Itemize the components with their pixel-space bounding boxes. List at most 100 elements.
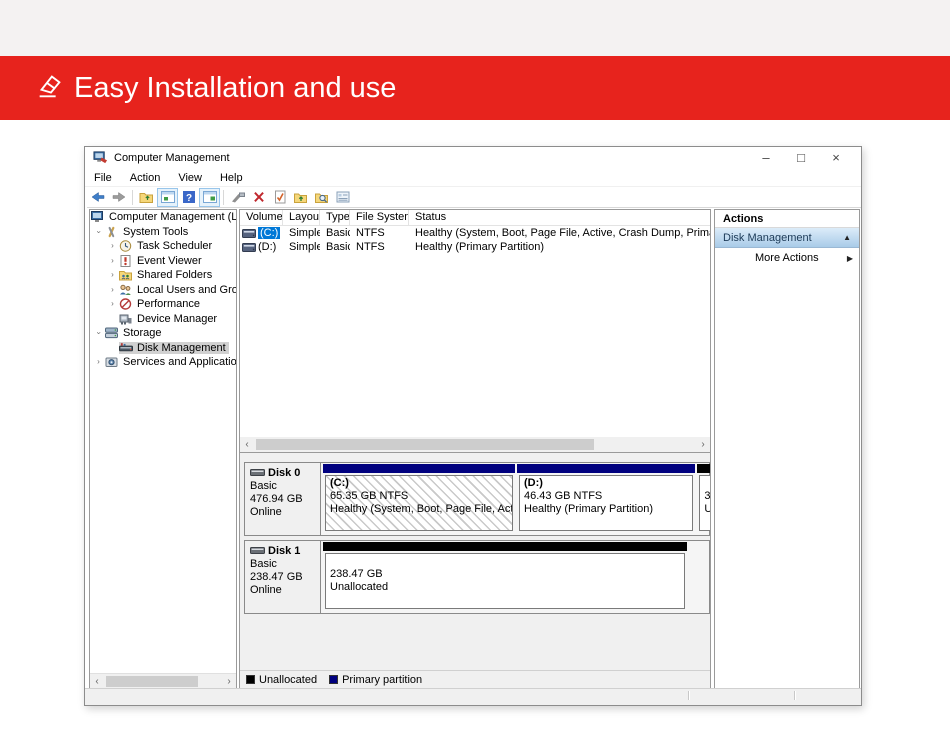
tree-chevron-icon[interactable]: › [92, 355, 105, 369]
scroll-left-icon[interactable]: ‹ [240, 437, 254, 452]
volume-list-header[interactable]: VolumeLayoutTypeFile SystemStatus [240, 210, 710, 226]
tree-item-local-users-and-groups[interactable]: ›Local Users and Groups [90, 283, 236, 298]
forward-icon[interactable] [108, 188, 129, 207]
column-header-type[interactable]: Type [320, 210, 350, 225]
close-button[interactable]: × [821, 147, 851, 169]
tree-item-content: Storage [105, 327, 162, 339]
tree-item-label: Shared Folders [136, 269, 212, 281]
tree-chevron-icon[interactable]: › [92, 327, 106, 340]
disk-label[interactable]: Disk 0Basic476.94 GBOnline [245, 463, 321, 535]
disk-kind: Basic [250, 558, 320, 571]
layout-cell: Simple [283, 227, 320, 239]
unallocated-region[interactable]: 238.47 GBUnallocated [322, 542, 688, 612]
scroll-left-icon[interactable]: ‹ [90, 674, 104, 689]
partition-spacer [330, 555, 680, 568]
disk-label[interactable]: Disk 1Basic238.47 GBOnline [245, 541, 321, 613]
collapse-icon[interactable]: ▲ [843, 233, 851, 242]
column-header-layout[interactable]: Layout [283, 210, 320, 225]
scroll-right-icon[interactable]: › [222, 674, 236, 689]
partition-region[interactable]: (C:)65.35 GB NTFSHealthy (System, Boot, … [322, 464, 516, 534]
status-cell: Healthy (Primary Partition) [409, 241, 710, 253]
console-tree-icon[interactable] [157, 188, 178, 207]
partition-region[interactable]: (D:)46.43 GB NTFSHealthy (Primary Partit… [516, 464, 696, 534]
tree-item-task-scheduler[interactable]: ›Task Scheduler [90, 239, 236, 254]
partition-status: Healthy (System, Boot, Page File, Active… [330, 503, 508, 516]
submenu-arrow-icon: ▶ [847, 254, 853, 263]
tree-item-storage[interactable]: ›Storage [90, 326, 236, 341]
menu-help[interactable]: Help [211, 172, 252, 184]
tree-item-shared-folders[interactable]: › Shared Folders [90, 268, 236, 283]
menu-view[interactable]: View [169, 172, 211, 184]
legend-label: Primary partition [342, 674, 422, 686]
tree-chevron-icon[interactable]: › [106, 283, 119, 297]
search-icon[interactable] [311, 188, 332, 207]
services-icon [105, 356, 119, 368]
volume-row[interactable]: (C:)SimpleBasicNTFSHealthy (System, Boot… [240, 226, 710, 240]
volume-list-horizontal-scrollbar[interactable]: ‹ › [240, 437, 710, 452]
tree-selected-highlight: Disk Management [119, 342, 229, 354]
tree-horizontal-scrollbar[interactable]: ‹ › [90, 673, 236, 688]
minimize-button[interactable]: – [751, 147, 781, 169]
volume-row[interactable]: (D:)SimpleBasicNTFSHealthy (Primary Part… [240, 240, 710, 254]
tree-item-event-viewer[interactable]: ›Event Viewer [90, 254, 236, 269]
help-icon[interactable]: ? [178, 188, 199, 207]
window-resize-edge[interactable] [85, 701, 861, 705]
menu-file[interactable]: File [85, 172, 121, 184]
disk-name-text: Disk 0 [268, 467, 300, 480]
partition-size: 238.47 GB [330, 568, 680, 581]
disk-drive-icon [250, 467, 265, 480]
partition-label: (D:) [524, 477, 688, 490]
more-actions-item[interactable]: More Actions ▶ [715, 248, 859, 268]
action-pane-icon[interactable] [199, 188, 220, 207]
scroll-right-icon[interactable]: › [696, 437, 710, 452]
back-icon[interactable] [87, 188, 108, 207]
up-level-icon[interactable] [136, 188, 157, 207]
toolbar: ? [87, 187, 861, 208]
tree-item-services-and-applications[interactable]: ›Services and Applications [90, 355, 236, 370]
column-header-volume[interactable]: Volume [240, 210, 283, 225]
unallocated-region[interactable]: 365.15 GBUnallocated [696, 464, 711, 534]
storage-icon [105, 327, 119, 339]
delete-icon[interactable] [248, 188, 269, 207]
maximize-button[interactable]: □ [786, 147, 816, 169]
tree-item-system-tools[interactable]: ›System Tools [90, 225, 236, 240]
scrollbar-thumb[interactable] [256, 439, 594, 450]
tree-item-content: Event Viewer [119, 255, 202, 267]
pointer-icon[interactable] [227, 188, 248, 207]
tree-chevron-icon[interactable]: › [106, 254, 119, 268]
banner: Easy Installation and use [0, 56, 950, 120]
volume-list: VolumeLayoutTypeFile SystemStatus (C:)Si… [240, 210, 710, 453]
partition-box[interactable]: (D:)46.43 GB NTFSHealthy (Primary Partit… [519, 475, 693, 531]
scrollbar-thumb[interactable] [106, 676, 198, 687]
actions-header: Actions [715, 210, 859, 228]
volume-name: (C:) [258, 227, 280, 239]
column-header-file-system[interactable]: File System [350, 210, 409, 225]
partition-box[interactable]: (C:)65.35 GB NTFSHealthy (System, Boot, … [325, 475, 513, 531]
tree-item-content: Task Scheduler [119, 240, 212, 252]
tree-item-performance[interactable]: ›Performance [90, 297, 236, 312]
column-header-status[interactable]: Status [409, 210, 710, 225]
app-icon [93, 150, 109, 166]
page: Easy Installation and use Computer Manag… [0, 0, 950, 741]
tree-item-computer-management-local[interactable]: Computer Management (Local) [90, 210, 236, 225]
actions-group-disk-management[interactable]: Disk Management ▲ [715, 228, 859, 248]
partition-status: Unallocated [330, 581, 680, 594]
tree-chevron-icon[interactable]: › [106, 297, 119, 311]
tree-chevron-icon[interactable]: › [92, 225, 106, 238]
partition-status: Healthy (Primary Partition) [524, 503, 688, 516]
tree-item-device-manager[interactable]: Device Manager [90, 312, 236, 327]
actions-group-label: Disk Management [723, 232, 812, 244]
partition-size: 365.15 GB [704, 490, 711, 503]
tree-item-disk-management[interactable]: Disk Management [90, 341, 236, 356]
titlebar[interactable]: Computer Management – □ × [85, 147, 861, 169]
tree-item-content: Local Users and Groups [119, 284, 236, 296]
menu-action[interactable]: Action [121, 172, 170, 184]
export-icon[interactable] [290, 188, 311, 207]
tree-chevron-icon[interactable]: › [106, 239, 119, 253]
details-icon[interactable] [332, 188, 353, 207]
partition-box[interactable]: 365.15 GBUnallocated [699, 475, 711, 531]
tree-chevron-icon[interactable]: › [106, 268, 119, 282]
disk-partitions: (C:)65.35 GB NTFSHealthy (System, Boot, … [321, 463, 711, 535]
check-doc-icon[interactable] [269, 188, 290, 207]
partition-box[interactable]: 238.47 GBUnallocated [325, 553, 685, 609]
